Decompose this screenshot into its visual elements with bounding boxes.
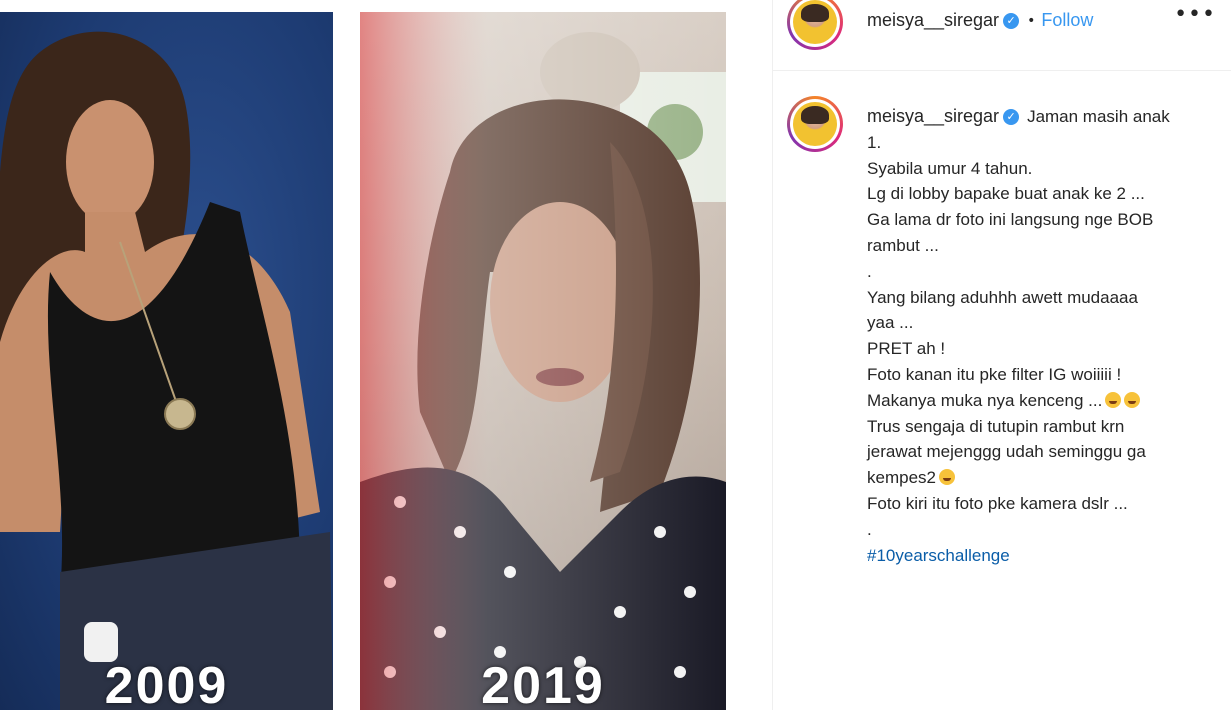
caption-first-line: meisya__siregar ✓ Jaman masih anak [867, 104, 1217, 130]
caption-line: Ga lama dr foto ini langsung nge BOB [867, 210, 1154, 230]
hashtag-link[interactable]: #10yearschallenge [867, 543, 1217, 569]
photo-2019-illustration [360, 12, 726, 710]
caption-line: Lg di lobby bapake buat anak ke 2 ... [867, 184, 1145, 204]
winking-tongue-emoji-icon [1124, 391, 1141, 408]
verified-badge-icon: ✓ [1003, 12, 1020, 29]
caption-username-link[interactable]: meisya__siregar [867, 104, 999, 130]
year-label-2009: 2009 [104, 657, 229, 710]
caption-avatar[interactable] [787, 96, 843, 152]
caption-line: kempes2 [867, 468, 936, 488]
caption-line: Makanya muka nya kenceng ... [867, 390, 1103, 410]
caption-line: Trus sengaja di tutupin rambut krn [867, 416, 1125, 436]
caption-line: Foto kanan itu pke filter IG woiiiii ! [867, 364, 1122, 384]
caption-line: 1. [867, 132, 882, 152]
avatar-image [793, 102, 837, 146]
header-separator: • [1027, 12, 1036, 29]
post-media[interactable]: 2009 2019 [0, 0, 772, 710]
verified-badge-icon: ✓ [1003, 108, 1020, 125]
caption-line: . [867, 261, 872, 281]
post-sidebar: meisya__siregar ✓ • Follow ••• meisya__s… [772, 0, 1231, 710]
year-label-2019: 2019 [481, 657, 605, 710]
photo-2009-illustration [0, 31, 333, 710]
caption-line: jerawat mejenggg udah seminggu ga [867, 442, 1146, 462]
caption-line: . [867, 519, 872, 539]
avatar-hair [801, 4, 829, 22]
profile-avatar[interactable] [787, 0, 843, 50]
caption-line: PRET ah ! [867, 339, 946, 359]
caption-line: Yang bilang aduhhh awett mudaaaa [867, 287, 1138, 307]
more-options-icon[interactable]: ••• [1174, 2, 1216, 27]
caption-line: rambut ... [867, 235, 939, 255]
follow-button[interactable]: Follow [1041, 10, 1093, 31]
photo-2019: 2019 [360, 12, 726, 710]
rofl-emoji-icon [938, 469, 955, 486]
post-header: meisya__siregar ✓ • Follow ••• [773, 0, 1231, 71]
caption-line-with-emoji: kempes2 [867, 465, 1217, 491]
caption-line: Foto kiri itu foto pke kamera dslr ... [867, 493, 1128, 513]
caption-line: Syabila umur 4 tahun. [867, 158, 1033, 178]
avatar-image [793, 0, 837, 44]
caption-text: meisya__siregar ✓ Jaman masih anak 1. Sy… [867, 104, 1217, 568]
caption-line: Jaman masih anak [1027, 107, 1170, 126]
caption-line: yaa ... [867, 313, 914, 333]
avatar-hair [801, 106, 829, 124]
rofl-emoji-icon [1105, 391, 1122, 408]
photo-2009: 2009 [0, 12, 333, 710]
header-user-row: meisya__siregar ✓ • Follow [867, 10, 1093, 31]
caption-line-with-emoji: Makanya muka nya kenceng ... [867, 388, 1217, 414]
header-username-link[interactable]: meisya__siregar [867, 10, 999, 31]
